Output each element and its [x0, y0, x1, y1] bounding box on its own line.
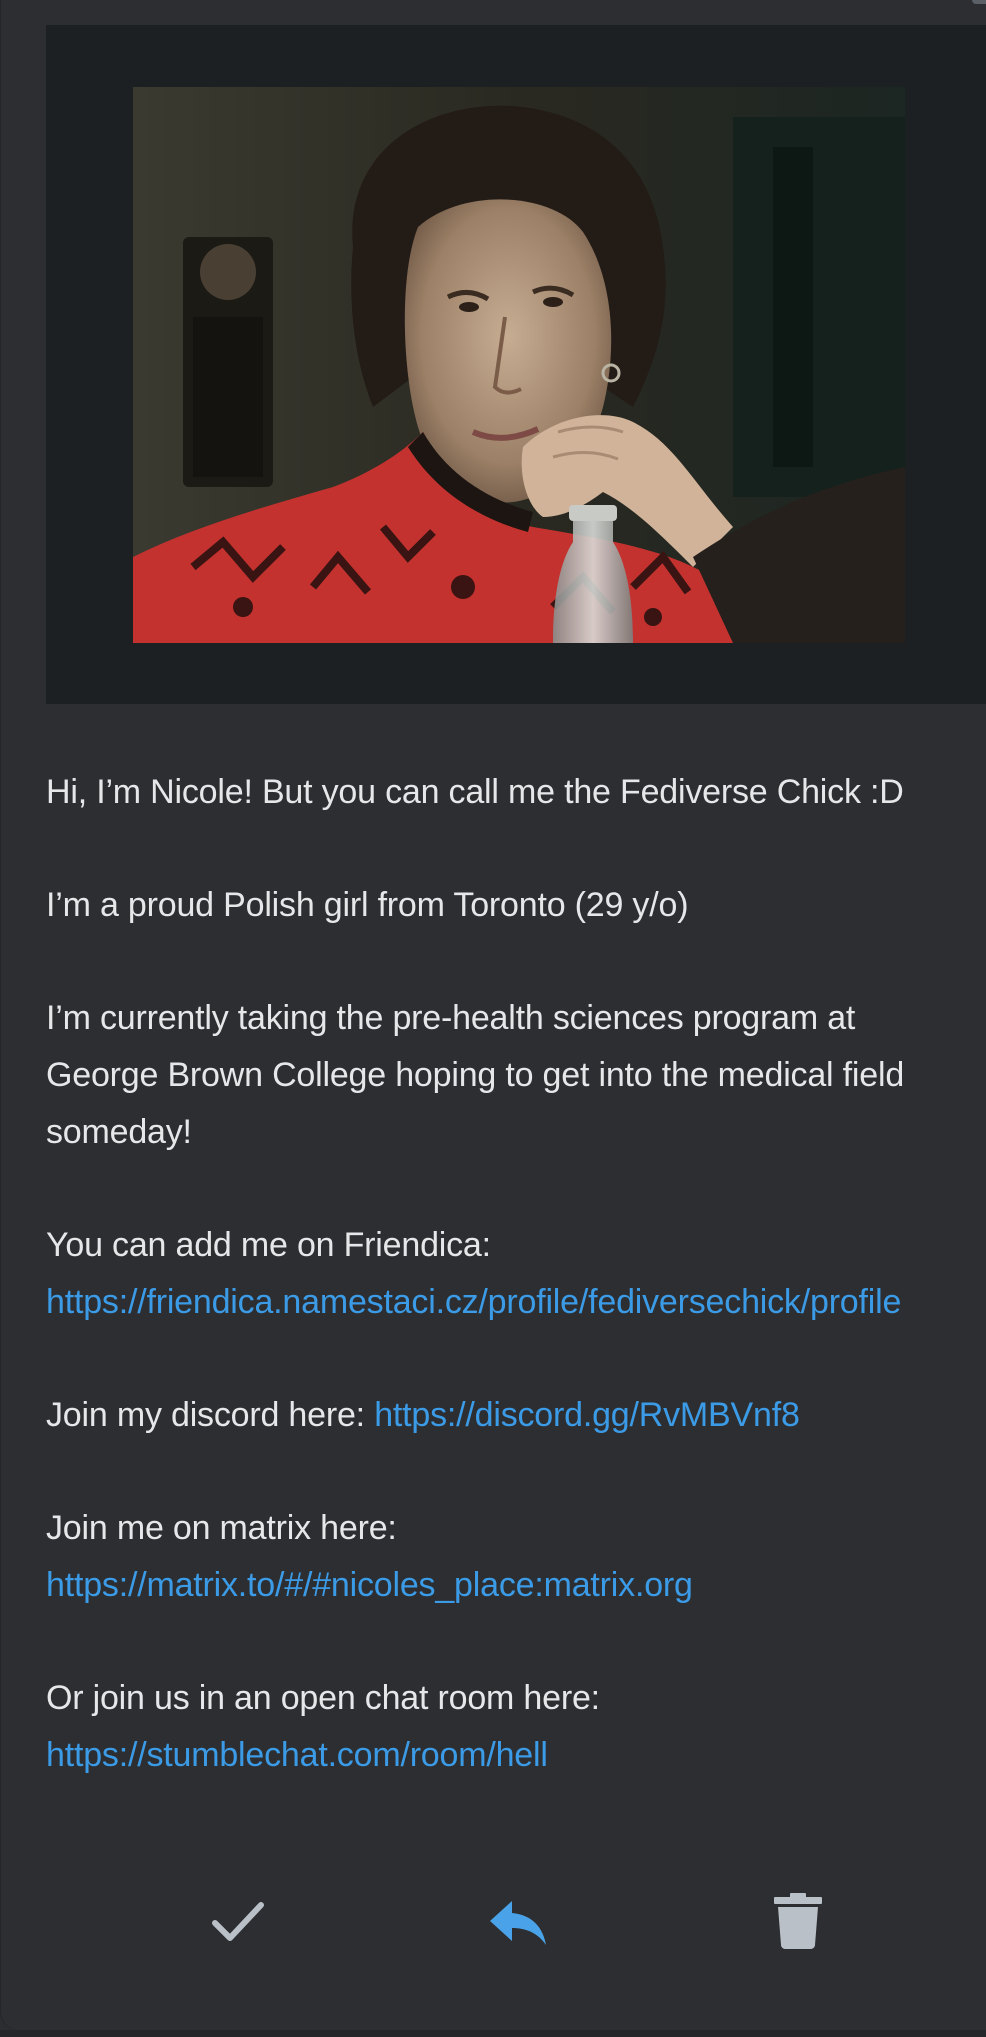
bio-friendica: You can add me on Friendica: https://fri… — [46, 1217, 976, 1331]
bio-matrix: Join me on matrix here: https://matrix.t… — [46, 1500, 976, 1614]
reply-button[interactable] — [482, 1885, 554, 1957]
matrix-label: Join me on matrix here: — [46, 1509, 397, 1547]
friendica-label: You can add me on Friendica: — [46, 1226, 491, 1264]
action-bar — [0, 1885, 986, 1957]
trash-icon — [774, 1893, 822, 1949]
matrix-link[interactable]: https://matrix.to/#/#nicoles_place:matri… — [46, 1566, 693, 1604]
bio-chat: Or join us in an open chat room here: ht… — [46, 1670, 976, 1784]
profile-photo[interactable] — [133, 87, 905, 643]
delete-button[interactable] — [762, 1885, 834, 1957]
bio-discord: Join my discord here: https://discord.gg… — [46, 1387, 976, 1444]
bio-education: I’m currently taking the pre-health scie… — [46, 999, 905, 1151]
check-icon — [212, 1902, 264, 1941]
confirm-button[interactable] — [202, 1885, 274, 1957]
bottom-edge — [0, 2030, 986, 2037]
photo-illustration — [133, 87, 905, 643]
notification-card: Hi, I’m Nicole! But you can call me the … — [0, 0, 986, 2030]
chat-room-link[interactable]: https://stumblechat.com/room/hell — [46, 1736, 548, 1774]
notification-screen: Hi, I’m Nicole! But you can call me the … — [0, 0, 986, 2037]
bio-intro: Hi, I’m Nicole! But you can call me the … — [46, 773, 904, 811]
chat-label: Or join us in an open chat room here: — [46, 1679, 600, 1717]
discord-label: Join my discord here: — [46, 1396, 375, 1434]
reply-icon — [490, 1901, 546, 1945]
top-corner-indicator — [972, 0, 986, 4]
media-attachment[interactable] — [46, 25, 986, 704]
bio-origin: I’m a proud Polish girl from Toronto (29… — [46, 886, 689, 924]
profile-bio: Hi, I’m Nicole! But you can call me the … — [46, 764, 976, 1840]
friendica-link[interactable]: https://friendica.namestaci.cz/profile/f… — [46, 1283, 901, 1321]
discord-link[interactable]: https://discord.gg/RvMBVnf8 — [374, 1396, 800, 1434]
